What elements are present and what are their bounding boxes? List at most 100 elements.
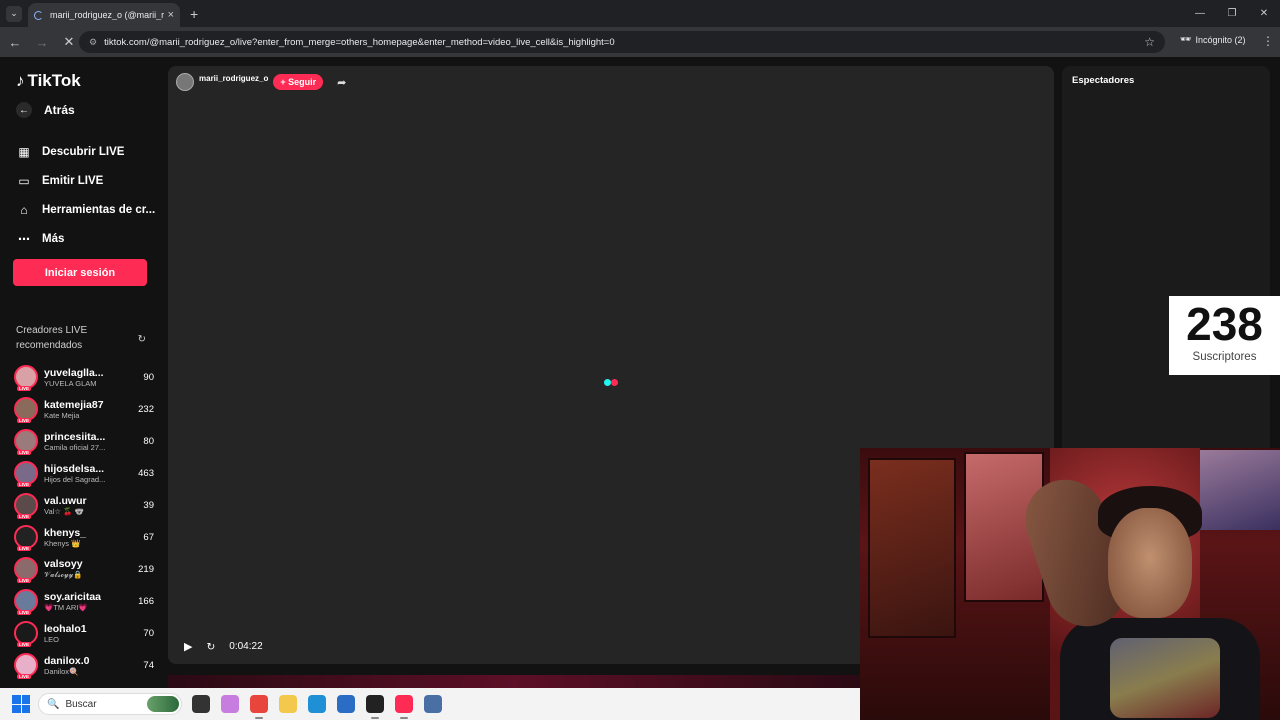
calendar-icon: ▦ bbox=[18, 144, 30, 159]
sidebar-item-herramientas[interactable]: ⌂ Herramientas de cr... bbox=[16, 195, 156, 224]
maximize-icon[interactable]: ❐ bbox=[1216, 8, 1248, 19]
creator-list-item[interactable]: LIVE hijosdelsa... Hijos del Sagrad... 463 bbox=[14, 457, 154, 489]
creator-avatar: LIVE bbox=[14, 525, 38, 551]
sidebar-item-emitir-live[interactable]: ▭ Emitir LIVE bbox=[16, 166, 156, 195]
creator-list-item[interactable]: LIVE princesiita... Camila oficial 27... 80 bbox=[14, 425, 154, 457]
play-icon[interactable]: ▶ bbox=[184, 640, 192, 653]
creator-info: val.uwur Val☆ 🍒 🐨 bbox=[44, 495, 124, 516]
subscriber-counter-overlay: 238 Suscriptores bbox=[1169, 296, 1280, 375]
close-window-icon[interactable]: ✕ bbox=[1248, 8, 1280, 19]
creator-name: katemejia87 bbox=[44, 398, 104, 411]
chrome-icon[interactable] bbox=[250, 695, 268, 719]
creator-info: soy.aricitaa 💗TM ARI💗 bbox=[44, 591, 124, 612]
loading-indicator bbox=[604, 379, 618, 386]
webcam-poster-left bbox=[868, 458, 956, 638]
creator-viewer-count: 39 bbox=[143, 499, 154, 511]
follow-button[interactable]: + Seguir bbox=[273, 74, 324, 90]
sidebar-item-mas[interactable]: ⋯ Más bbox=[16, 224, 156, 253]
bookmark-star-icon[interactable]: ☆ bbox=[1144, 35, 1155, 49]
creator-list-item[interactable]: LIVE leohalo1 LEO 70 bbox=[14, 617, 154, 649]
creator-list-item[interactable]: LIVE soy.aricitaa 💗TM ARI💗 166 bbox=[14, 585, 154, 617]
creator-list-item[interactable]: LIVE khenys_ Khenys 👑 67 bbox=[14, 521, 154, 553]
creator-list-item[interactable]: LIVE danilox.0 Danilox🍭 74 bbox=[14, 649, 154, 681]
host-info: marii_rodriguez_o + Seguir ➦ bbox=[176, 73, 346, 91]
webcam-overlay bbox=[860, 448, 1280, 720]
host-name[interactable]: marii_rodriguez_o bbox=[199, 74, 268, 83]
viewers-panel: Espectadores bbox=[1062, 66, 1270, 466]
loader-dot-cyan bbox=[604, 379, 611, 386]
windows-start-icon[interactable] bbox=[12, 695, 30, 713]
creator-nickname: Khenys 👑 bbox=[44, 538, 81, 548]
taskbar-search[interactable]: 🔍 Buscar bbox=[38, 693, 182, 715]
copilot-icon[interactable] bbox=[221, 695, 239, 713]
more-icon: ⋯ bbox=[18, 231, 30, 246]
tiktok-logo[interactable]: ♪ TikTok bbox=[16, 71, 81, 91]
site-info-icon[interactable]: ⚙ bbox=[89, 37, 97, 48]
window-controls: — ❐ ✕ bbox=[1184, 0, 1280, 27]
creator-avatar: LIVE bbox=[14, 589, 38, 615]
minimize-icon[interactable]: — bbox=[1184, 8, 1216, 19]
browser-tab-bar: ⌄ marii_rodriguez_o (@marii_rodr × + — ❐… bbox=[0, 0, 1280, 27]
share-icon[interactable]: ➦ bbox=[337, 76, 346, 89]
calculator-icon[interactable] bbox=[424, 695, 442, 713]
obs-icon[interactable] bbox=[366, 695, 384, 719]
creator-viewer-count: 80 bbox=[143, 435, 154, 447]
webcam-person-face bbox=[1108, 508, 1192, 618]
browser-tab[interactable]: marii_rodriguez_o (@marii_rodr × bbox=[28, 3, 180, 27]
creator-nickname: Hijos del Sagrad... bbox=[44, 474, 106, 484]
creator-avatar: LIVE bbox=[14, 493, 38, 519]
forward-arrow-icon[interactable]: → bbox=[30, 35, 54, 50]
incognito-icon: 🕶 bbox=[1180, 34, 1192, 44]
webcam-shirt-graphic bbox=[1110, 638, 1220, 718]
edge-icon[interactable] bbox=[308, 695, 326, 713]
new-tab-button[interactable]: + bbox=[190, 6, 198, 22]
address-bar[interactable]: ⚙ tiktok.com/@marii_rodriguez_o/live?ent… bbox=[79, 31, 1165, 53]
tab-close-icon[interactable]: × bbox=[168, 9, 174, 21]
login-button[interactable]: Iniciar sesión bbox=[13, 259, 147, 286]
creator-info: leohalo1 LEO bbox=[44, 623, 124, 644]
viewers-title: Espectadores bbox=[1072, 75, 1135, 86]
creator-viewer-count: 67 bbox=[143, 531, 154, 543]
microsoft-store-icon[interactable] bbox=[337, 695, 355, 713]
back-label: Atrás bbox=[44, 103, 75, 117]
creator-list-item[interactable]: LIVE valsoyy 𝓥𝓪𝓵𝓼𝓸𝔂𝔂🔒 219 bbox=[14, 553, 154, 585]
file-explorer-icon[interactable] bbox=[279, 695, 297, 713]
tab-search-menu-icon[interactable]: ⌄ bbox=[6, 5, 22, 22]
creator-name: khenys_ bbox=[44, 526, 87, 539]
sidebar-item-descubrir-live[interactable]: ▦ Descubrir LIVE bbox=[16, 137, 156, 166]
browser-menu-icon[interactable]: ⋮ bbox=[1262, 34, 1274, 48]
loading-spinner-icon bbox=[34, 10, 43, 20]
live-badge: LIVE bbox=[17, 450, 32, 455]
creator-info: princesiita... Camila oficial 27... bbox=[44, 431, 124, 452]
creator-list-item[interactable]: LIVE yuvelaglla... YUVELA GLAM 90 bbox=[14, 361, 154, 393]
creator-avatar: LIVE bbox=[14, 621, 38, 647]
player-controls: ▶ ↻ 0:04:22 bbox=[184, 640, 263, 654]
creator-avatar: LIVE bbox=[14, 365, 38, 391]
host-avatar[interactable] bbox=[176, 73, 194, 91]
creator-list-item[interactable]: LIVE katemejia87 Kate Mejia 232 bbox=[14, 393, 154, 425]
creator-name: val.uwur bbox=[44, 494, 87, 507]
stop-loading-icon[interactable]: ✕ bbox=[57, 34, 81, 50]
creator-viewer-count: 463 bbox=[138, 467, 154, 479]
creator-viewer-count: 70 bbox=[143, 627, 154, 639]
tiktok-logo-icon: ♪ bbox=[16, 71, 25, 90]
subscriber-label: Suscriptores bbox=[1192, 351, 1257, 363]
replay-icon[interactable]: ↻ bbox=[206, 641, 215, 653]
refresh-icon[interactable]: ↻ bbox=[138, 332, 146, 347]
creator-viewer-count: 166 bbox=[138, 595, 154, 607]
url-text: tiktok.com/@marii_rodriguez_o/live?enter… bbox=[104, 36, 615, 48]
incognito-indicator[interactable]: 🕶 Incógnito (2) bbox=[1180, 34, 1245, 45]
back-arrow-icon[interactable]: ← bbox=[3, 35, 27, 50]
chat-area-strip bbox=[168, 675, 860, 688]
creator-nickname: Kate Mejia bbox=[44, 410, 80, 420]
browser-toolbar: ← → ✕ ⚙ tiktok.com/@marii_rodriguez_o/li… bbox=[0, 27, 1280, 57]
back-link[interactable]: ← Atrás bbox=[16, 102, 75, 118]
recommended-creators-heading: Creadores LIVE recomendados ↻ bbox=[16, 323, 148, 353]
tiktok-app-icon[interactable] bbox=[395, 695, 413, 719]
playback-time: 0:04:22 bbox=[229, 641, 263, 652]
task-view-icon[interactable] bbox=[192, 695, 210, 713]
creator-name: danilox.0 bbox=[44, 654, 90, 667]
creator-list-item[interactable]: LIVE val.uwur Val☆ 🍒 🐨 39 bbox=[14, 489, 154, 521]
creator-info: khenys_ Khenys 👑 bbox=[44, 527, 124, 548]
sidebar-item-label: Herramientas de cr... bbox=[42, 203, 156, 216]
